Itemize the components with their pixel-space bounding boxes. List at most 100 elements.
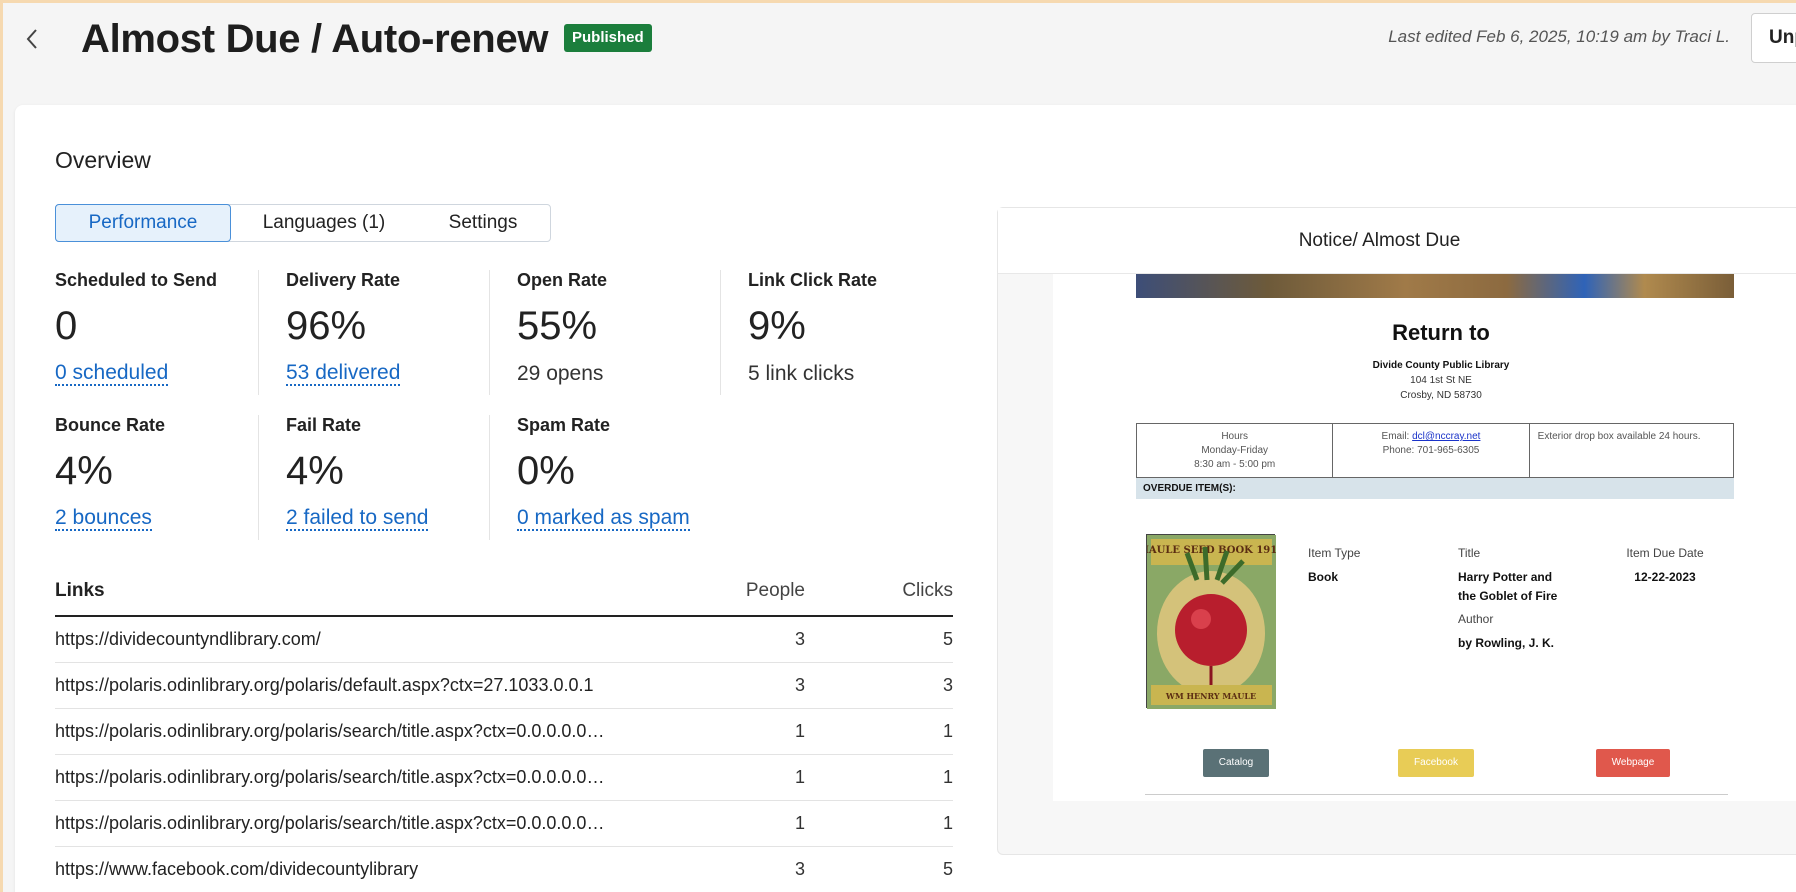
hours-cell: Hours Monday-Friday 8:30 am - 5:00 pm	[1137, 424, 1334, 477]
tab-performance[interactable]: Performance	[55, 204, 231, 242]
metric-value: 0%	[517, 449, 575, 493]
item-type-column: Item Type Book	[1308, 546, 1360, 587]
email-line: Email: dcl@nccray.net	[1333, 430, 1528, 444]
people-count: 3	[794, 859, 805, 879]
people-count: 3	[794, 629, 805, 649]
tab-settings[interactable]: Settings	[417, 205, 549, 241]
link-url[interactable]: https://polaris.odinlibrary.org/polaris/…	[55, 721, 685, 742]
library-address: 104 1st St NE	[1410, 375, 1472, 386]
metric-label: Fail Rate	[286, 415, 362, 435]
people-count: 3	[794, 675, 805, 695]
click-count: 5	[942, 629, 953, 649]
metric-value: 96%	[286, 304, 367, 348]
page-header: Almost Due / Auto-renew Published Last e…	[3, 3, 1796, 103]
link-url[interactable]: https://polaris.odinlibrary.org/polaris/…	[55, 675, 685, 696]
facebook-button[interactable]: Facebook	[1398, 749, 1474, 777]
cover-title: MAULE SEED BOOK 1917	[1147, 545, 1276, 556]
phone-line: Phone: 701-965-6305	[1382, 445, 1480, 456]
due-date-value: 12-22-2023	[1634, 570, 1696, 584]
beet-illustration: MAULE SEED BOOK 1917 WM HENRY MAULE	[1138, 535, 1284, 709]
tab-languages[interactable]: Languages (1)	[231, 205, 417, 241]
unpublish-button[interactable]: Unpublish	[1751, 13, 1796, 63]
people-count: 1	[794, 767, 805, 787]
column-header-clicks[interactable]: Clicks	[805, 580, 953, 602]
due-date-label: Item Due Date	[1626, 546, 1704, 560]
metric-bounce: Bounce Rate 4% 2 bounces	[55, 415, 286, 540]
link-url[interactable]: https://dividecountyndlibrary.com/	[55, 629, 685, 650]
metric-fail: Fail Rate 4% 2 failed to send	[258, 415, 489, 540]
title-label: Title	[1458, 546, 1481, 560]
metric-delivery: Delivery Rate 96% 53 delivered	[258, 270, 489, 395]
item-type-value: Book	[1308, 570, 1338, 584]
back-button[interactable]	[17, 21, 47, 57]
table-row: https://polaris.odinlibrary.org/polaris/…	[55, 709, 953, 755]
due-date-column: Item Due Date 12-22-2023	[1615, 546, 1715, 587]
table-row: https://www.facebook.com/dividecountylib…	[55, 847, 953, 892]
cover-publisher: WM HENRY MAULE	[1165, 691, 1256, 701]
item-title-column: Title Harry Potter and the Goblet of Fir…	[1458, 546, 1558, 653]
failed-link[interactable]: 2 failed to send	[286, 507, 429, 531]
people-count: 1	[794, 721, 805, 741]
chevron-left-icon	[26, 29, 37, 49]
metric-value: 0	[55, 304, 78, 348]
email-banner-image	[1136, 274, 1734, 298]
dropbox-cell: Exterior drop box available 24 hours.	[1537, 431, 1701, 442]
metric-value: 55%	[517, 304, 598, 348]
click-count: 1	[942, 767, 953, 787]
link-url[interactable]: https://www.facebook.com/dividecountylib…	[55, 859, 685, 880]
link-url[interactable]: https://polaris.odinlibrary.org/polaris/…	[55, 767, 685, 788]
email-preview-panel: Notice/ Almost Due Return to Divide Coun…	[997, 207, 1796, 855]
overview-title: Overview	[55, 147, 151, 173]
click-count: 1	[942, 813, 953, 833]
scheduled-link[interactable]: 0 scheduled	[55, 362, 169, 386]
spam-link[interactable]: 0 marked as spam	[517, 507, 690, 531]
table-row: https://dividecountyndlibrary.com/ 3 5	[55, 617, 953, 663]
last-edited-text: Last edited Feb 6, 2025, 10:19 am by Tra…	[1388, 27, 1730, 46]
table-row: https://polaris.odinlibrary.org/polaris/…	[55, 663, 953, 709]
table-row: https://polaris.odinlibrary.org/polaris/…	[55, 801, 953, 847]
hours-label: Hours	[1221, 431, 1248, 442]
metric-link-click: Link Click Rate 9% 5 link clicks	[720, 270, 951, 395]
email-divider	[1145, 794, 1728, 795]
table-row: https://polaris.odinlibrary.org/polaris/…	[55, 755, 953, 801]
delivered-link[interactable]: 53 delivered	[286, 362, 401, 386]
app-window: Almost Due / Auto-renew Published Last e…	[0, 0, 1796, 892]
hours-days: Monday-Friday	[1201, 445, 1269, 456]
page-title: Almost Due / Auto-renew	[81, 17, 549, 61]
metric-value: 4%	[286, 449, 344, 493]
people-count: 1	[794, 813, 805, 833]
metric-open: Open Rate 55% 29 opens	[489, 270, 720, 395]
overdue-items-bar: OVERDUE ITEM(S):	[1136, 478, 1734, 499]
author-value: by Rowling, J. K.	[1458, 636, 1555, 650]
title-value: Harry Potter and the Goblet of Fire	[1458, 570, 1558, 603]
click-count: 1	[942, 721, 953, 741]
metric-spam: Spam Rate 0% 0 marked as spam	[489, 415, 720, 540]
metric-label: Bounce Rate	[55, 415, 166, 435]
metric-detail: 29 opens	[517, 362, 604, 385]
metric-detail: 5 link clicks	[748, 362, 855, 385]
hours-time: 8:30 am - 5:00 pm	[1194, 459, 1276, 470]
column-header-links[interactable]: Links	[55, 580, 685, 602]
library-city: Crosby, ND 58730	[1400, 390, 1482, 401]
metric-value: 9%	[748, 304, 806, 348]
library-name: Divide County Public Library	[1372, 360, 1510, 371]
catalog-button[interactable]: Catalog	[1203, 749, 1269, 777]
link-url[interactable]: https://polaris.odinlibrary.org/polaris/…	[55, 813, 685, 834]
email-heading: Return to	[1392, 320, 1490, 345]
links-table-header: Links People Clicks	[55, 567, 953, 617]
email-preview[interactable]: Return to Divide County Public Library 1…	[1053, 274, 1796, 801]
metric-label: Open Rate	[517, 270, 608, 290]
metric-scheduled: Scheduled to Send 0 0 scheduled	[55, 270, 286, 395]
author-label: Author	[1458, 612, 1494, 626]
metric-label: Spam Rate	[517, 415, 611, 435]
click-count: 5	[942, 859, 953, 879]
bounces-link[interactable]: 2 bounces	[55, 507, 152, 531]
metric-label: Scheduled to Send	[55, 270, 218, 290]
column-header-people[interactable]: People	[685, 580, 805, 602]
item-type-label: Item Type	[1308, 546, 1361, 560]
email-address-link[interactable]: dcl@nccray.net	[1412, 431, 1480, 442]
webpage-button[interactable]: Webpage	[1596, 749, 1670, 777]
status-badge: Published	[564, 24, 652, 52]
click-count: 3	[942, 675, 953, 695]
book-cover-image: MAULE SEED BOOK 1917 WM HENRY MAULE	[1138, 534, 1284, 709]
